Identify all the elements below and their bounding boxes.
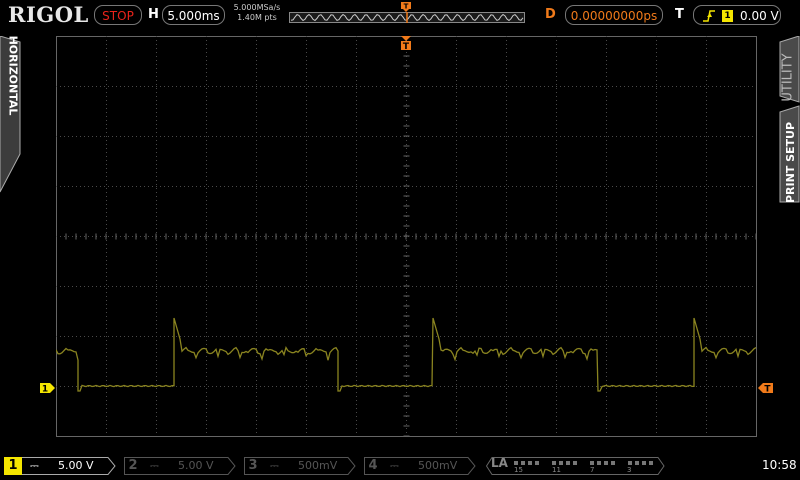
- trigger-position-marker[interactable]: T: [400, 36, 412, 52]
- channel-vertical-scale: 500mV: [418, 459, 458, 472]
- acquisition-info: 5.000MSa/s 1.40M pts: [230, 3, 284, 23]
- trigger-level: 0.00 V: [740, 9, 779, 23]
- channel-number: 3: [248, 458, 258, 473]
- print-setup-tab-label[interactable]: PRINT SETUP: [784, 122, 797, 203]
- top-status-bar: RIGOL STOP H 5.000ms 5.000MSa/s 1.40M pt…: [0, 0, 800, 32]
- svg-text:T: T: [403, 42, 410, 52]
- channel-number: 4: [368, 458, 378, 473]
- timebase-scale[interactable]: 5.000ms: [162, 5, 225, 25]
- svg-text:T: T: [764, 385, 771, 395]
- la-bit-label: 15: [514, 466, 523, 474]
- logic-analyzer-box[interactable]: [486, 457, 666, 475]
- delay-indicator: D: [545, 7, 556, 22]
- waveform-display[interactable]: [56, 36, 758, 438]
- channel-status-bar: 1 ⎓ 5.00 V 2 ⎓ 5.00 V 3 ⎓ 500mV 4 ⎓ 500mV LA 15 11 …: [0, 452, 800, 480]
- utility-tab-label: UTILITY: [780, 53, 796, 102]
- sample-rate: 5.000MSa/s: [233, 3, 281, 12]
- channel-4-settings[interactable]: 4 ⎓ 500mV: [364, 457, 476, 475]
- channel-number: 2: [128, 458, 138, 473]
- dc-coupling-icon: ⎓: [270, 459, 279, 472]
- channel-vertical-scale: 500mV: [298, 459, 338, 472]
- channel-3-settings[interactable]: 3 ⎓ 500mV: [244, 457, 356, 475]
- memory-depth: 1.40M pts: [237, 13, 277, 22]
- channel-2-settings[interactable]: 2 ⎓ 5.00 V: [124, 457, 236, 475]
- dc-coupling-icon: ⎓: [30, 459, 39, 472]
- dc-coupling-icon: ⎓: [150, 459, 159, 472]
- horizontal-indicator: H: [148, 7, 159, 22]
- svg-text:1: 1: [42, 385, 48, 395]
- logic-analyzer-label: LA: [491, 456, 508, 470]
- channel1-offset-marker[interactable]: 1: [40, 382, 56, 394]
- trigger-level-marker[interactable]: T: [758, 382, 774, 394]
- la-bit-label: 3: [627, 466, 632, 474]
- rising-edge-icon: [703, 10, 715, 22]
- trigger-position-overview-marker: T: [401, 2, 411, 12]
- trigger-indicator: T: [675, 7, 684, 22]
- dc-coupling-icon: ⎓: [390, 459, 399, 472]
- channel-number: 1: [8, 458, 18, 473]
- run-stop-status[interactable]: STOP: [94, 5, 142, 25]
- horizontal-tab-label: HORIZONTAL: [6, 35, 20, 116]
- horizontal-delay[interactable]: 0.00000000ps: [565, 5, 663, 25]
- channel-vertical-scale: 5.00 V: [178, 459, 214, 472]
- svg-text:T: T: [404, 3, 409, 11]
- trigger-source-badge: 1: [722, 10, 733, 22]
- brand-logo: RIGOL: [8, 2, 89, 27]
- channel-vertical-scale: 5.00 V: [58, 459, 94, 472]
- la-bit-label: 11: [552, 466, 561, 474]
- channel-1-settings[interactable]: 1 ⎓ 5.00 V: [4, 457, 116, 475]
- system-clock: 10:58: [762, 458, 797, 472]
- la-bit-label: 7: [590, 466, 595, 474]
- trigger-settings[interactable]: 1 0.00 V: [693, 5, 781, 25]
- memory-waveform-overview[interactable]: [289, 12, 525, 24]
